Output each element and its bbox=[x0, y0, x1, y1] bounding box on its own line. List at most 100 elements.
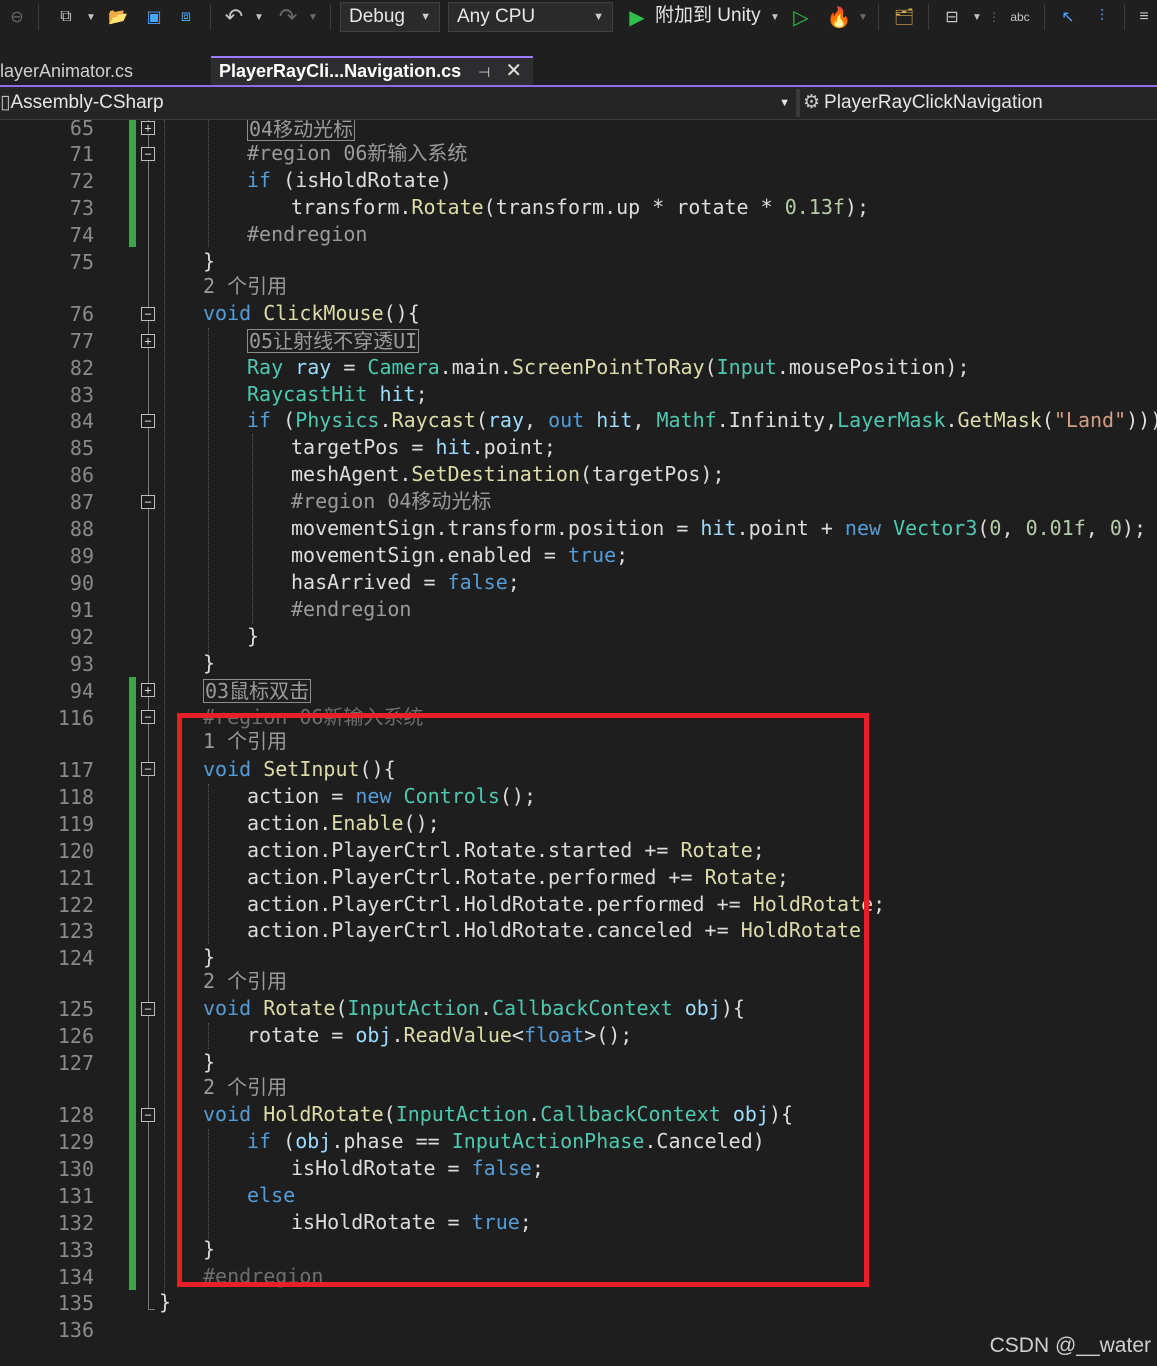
toolbar-separator bbox=[878, 4, 879, 30]
line-number: 119 bbox=[57, 812, 94, 836]
line-number: 84 bbox=[69, 409, 94, 433]
line-number: 65 bbox=[69, 120, 94, 140]
tab-player-animator[interactable]: layerAnimator.cs bbox=[0, 56, 205, 86]
layout-panel-icon[interactable]: ⫶ bbox=[1088, 6, 1116, 28]
chevron-down-icon[interactable]: ▼ bbox=[252, 6, 266, 28]
line-number: 131 bbox=[57, 1184, 94, 1208]
line-number: 129 bbox=[57, 1130, 94, 1154]
line-number: 92 bbox=[69, 625, 94, 649]
line-number: 136 bbox=[57, 1318, 94, 1342]
line-number: 127 bbox=[57, 1051, 94, 1075]
collapse-icon[interactable]: − bbox=[141, 1108, 155, 1122]
line-number: 89 bbox=[69, 544, 94, 568]
save-icon[interactable]: ▣ bbox=[140, 6, 168, 28]
line-number: 93 bbox=[69, 652, 94, 676]
collapse-icon[interactable]: − bbox=[141, 495, 155, 509]
line-number: 134 bbox=[57, 1265, 94, 1289]
collapse-icon[interactable]: − bbox=[141, 414, 155, 428]
code-line-82: Ray ray = Camera.main.ScreenPointToRay(I… bbox=[247, 355, 970, 379]
chevron-down-icon[interactable]: ▼ bbox=[84, 6, 98, 28]
code-line-75: } bbox=[203, 249, 216, 273]
grip-icon: ⋮ bbox=[988, 10, 1000, 24]
chevron-down-icon: ▼ bbox=[593, 11, 604, 23]
new-project-icon[interactable]: ⧉ bbox=[52, 6, 80, 28]
line-number: 82 bbox=[69, 356, 94, 380]
overflow-icon[interactable]: ≡ bbox=[1134, 6, 1154, 28]
navigation-bar: ▯Assembly-CSharp ▼ ⚙ PlayerRayClickNaviga… bbox=[0, 87, 1157, 120]
expand-icon[interactable]: + bbox=[141, 334, 155, 348]
collapse-icon[interactable]: − bbox=[141, 762, 155, 776]
code-token: #endregion bbox=[291, 597, 412, 621]
code-editor[interactable]: 65 71 72 73 74 75 76 77 82 83 84 85 86 8… bbox=[0, 120, 1157, 1366]
chevron-down-icon[interactable]: ▼ bbox=[970, 6, 984, 28]
code-line-93: } bbox=[203, 651, 216, 675]
configuration-select[interactable]: Debug ▼ bbox=[340, 2, 440, 32]
codelens-references[interactable]: 2 个引用 bbox=[203, 274, 287, 298]
project-icon: ▯ bbox=[0, 92, 11, 113]
class-icon: ⚙ bbox=[803, 92, 821, 113]
open-folder-icon[interactable]: 📂 bbox=[104, 6, 132, 28]
code-line-91: #endregion bbox=[291, 597, 411, 621]
platform-value: Any CPU bbox=[457, 6, 536, 27]
tab-label: layerAnimator.cs bbox=[0, 61, 134, 81]
start-without-debug-icon[interactable]: ▷ bbox=[790, 6, 812, 29]
code-line-88: movementSign.transform.position = hit.po… bbox=[291, 516, 1147, 540]
class-dropdown[interactable]: ⚙ PlayerRayClickNavigation bbox=[803, 87, 1043, 119]
outline-end bbox=[148, 1309, 155, 1310]
code-line-74: #endregion bbox=[247, 222, 367, 246]
line-number: 133 bbox=[57, 1238, 94, 1262]
code-line-92: } bbox=[247, 624, 260, 648]
play-icon[interactable]: ▶ bbox=[626, 6, 648, 29]
line-number: 73 bbox=[69, 196, 94, 220]
collapsed-region[interactable]: 04移动光标 bbox=[247, 120, 356, 141]
project-dropdown[interactable]: ▯Assembly-CSharp ▼ bbox=[0, 87, 794, 119]
browse-folder-icon[interactable]: 🗂 bbox=[890, 6, 918, 28]
collapse-icon[interactable]: − bbox=[141, 147, 155, 161]
line-number: 74 bbox=[69, 223, 94, 247]
chevron-down-icon[interactable]: ▼ bbox=[306, 6, 320, 28]
expand-icon[interactable]: + bbox=[141, 121, 155, 135]
undo-icon[interactable]: ↶ bbox=[220, 4, 248, 29]
close-icon[interactable]: ✕ bbox=[505, 60, 522, 82]
line-number: 87 bbox=[69, 490, 94, 514]
window-layout-icon[interactable]: ⊟ bbox=[938, 6, 966, 28]
code-line-72: if (isHoldRotate) bbox=[247, 168, 452, 192]
indent-guide bbox=[208, 328, 209, 668]
code-token: #region 06新输入系统 bbox=[247, 141, 468, 165]
line-number: 126 bbox=[57, 1024, 94, 1048]
tab-player-ray-click-navigation[interactable]: PlayerRayCli...Navigation.cs ⊣ ✕ bbox=[211, 56, 533, 86]
line-number: 123 bbox=[57, 919, 94, 943]
collapsed-region[interactable]: 05让射线不穿透UI bbox=[247, 329, 420, 353]
code-line-135: } bbox=[159, 1290, 172, 1314]
chevron-down-icon[interactable]: ▼ bbox=[768, 6, 782, 28]
attach-unity-button[interactable]: 附加到 Unity bbox=[655, 2, 761, 32]
line-number: 135 bbox=[57, 1291, 94, 1315]
collapse-icon[interactable]: − bbox=[141, 710, 155, 724]
chevron-down-icon[interactable]: ▼ bbox=[856, 6, 870, 28]
line-number: 75 bbox=[69, 250, 94, 274]
indent-guide bbox=[164, 120, 165, 1310]
collapsed-region[interactable]: 03鼠标双击 bbox=[203, 679, 312, 703]
hot-reload-icon[interactable]: 🔥 bbox=[826, 6, 852, 29]
line-number: 130 bbox=[57, 1157, 94, 1181]
pointer-select-icon[interactable]: ↖ bbox=[1054, 6, 1082, 28]
collapse-icon[interactable]: − bbox=[141, 1002, 155, 1016]
line-number: 94 bbox=[69, 679, 94, 703]
line-number: 118 bbox=[57, 785, 94, 809]
spell-check-icon[interactable]: abc bbox=[1006, 6, 1034, 28]
redo-icon[interactable]: ↷ bbox=[274, 4, 302, 29]
code-line-87: #region 04移动光标 bbox=[291, 489, 491, 513]
attach-unity-label: 附加到 Unity bbox=[655, 5, 761, 26]
platform-select[interactable]: Any CPU ▼ bbox=[448, 2, 613, 32]
var-is-hold-rotate: isHoldRotate bbox=[295, 168, 440, 192]
collapse-icon[interactable]: − bbox=[141, 307, 155, 321]
line-number: 88 bbox=[69, 517, 94, 541]
expand-icon[interactable]: + bbox=[141, 683, 155, 697]
back-icon[interactable]: ⊖ bbox=[6, 6, 28, 28]
line-number: 90 bbox=[69, 571, 94, 595]
line-number: 124 bbox=[57, 946, 94, 970]
indent-guide bbox=[208, 120, 209, 247]
pin-icon[interactable]: ⊣ bbox=[478, 64, 490, 80]
line-number: 116 bbox=[57, 706, 94, 730]
save-all-icon[interactable]: ⧈ bbox=[172, 6, 200, 28]
